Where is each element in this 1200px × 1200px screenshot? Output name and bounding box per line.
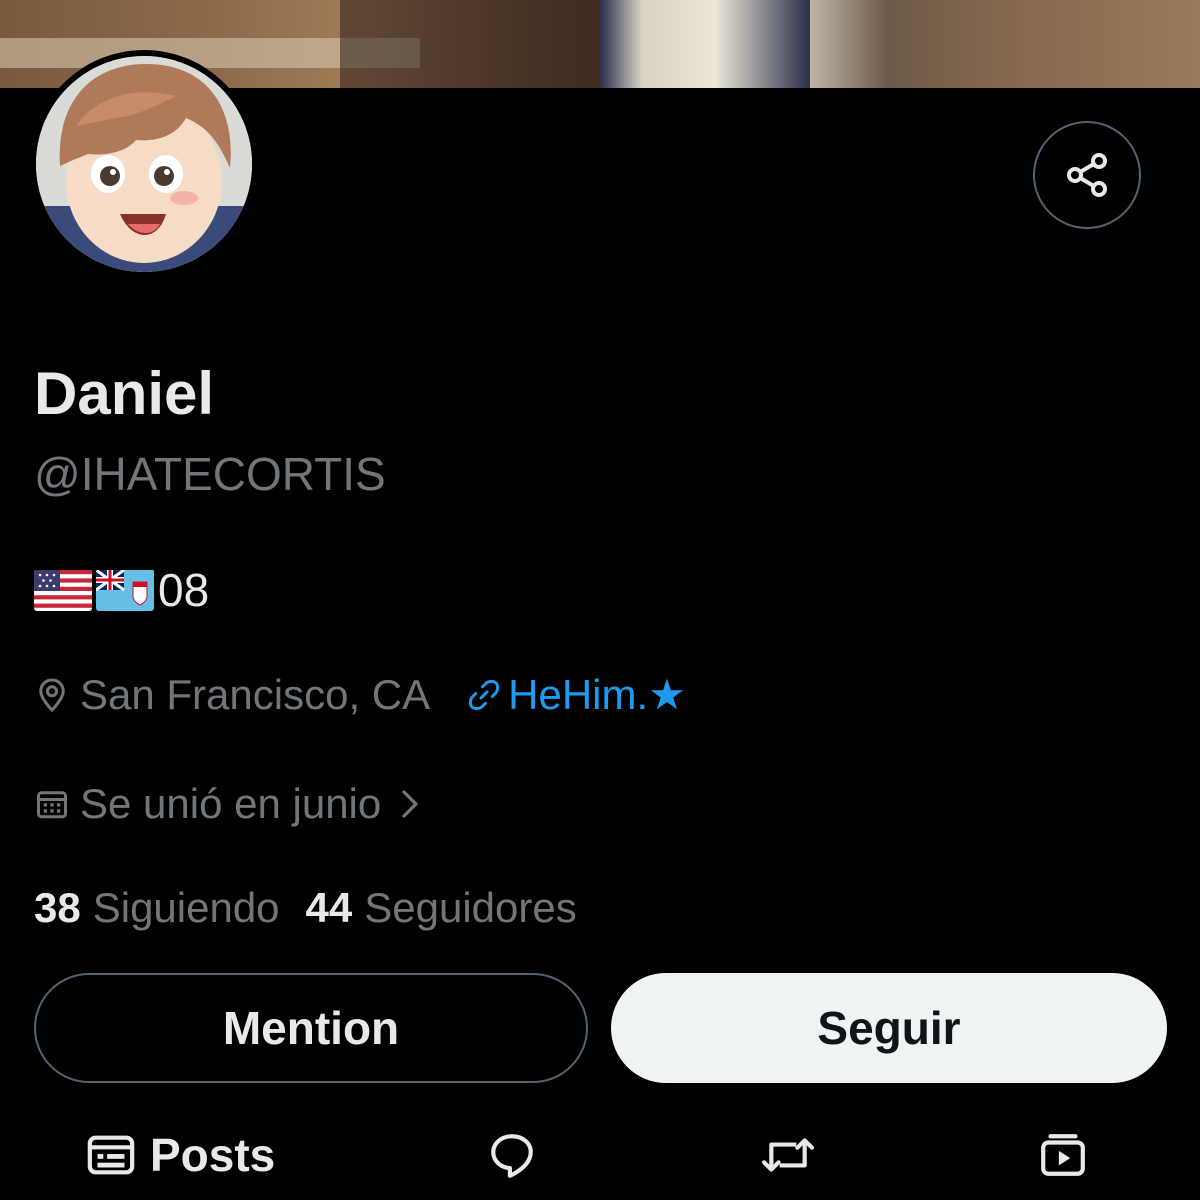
tab-posts-label: Posts: [150, 1129, 276, 1181]
profile-link[interactable]: HeHim.★: [466, 671, 686, 719]
followers-count: 44: [305, 884, 353, 931]
avatar[interactable]: [30, 50, 258, 278]
followers-label: Seguidores: [364, 884, 577, 931]
follow-button[interactable]: Seguir: [611, 973, 1167, 1083]
profile-meta-row: San Francisco, CA HeHim.★: [34, 671, 686, 719]
avatar-image: [36, 56, 252, 272]
calendar-icon: [37, 791, 67, 819]
following-count: 38: [34, 884, 81, 931]
share-button[interactable]: [1033, 121, 1141, 229]
reposts-icon: [761, 1138, 815, 1172]
us-flag-icon: [34, 569, 92, 611]
profile-bio: 08: [34, 560, 209, 620]
profile-name: Daniel: [34, 360, 215, 427]
bio-text: 08: [158, 564, 210, 616]
profile-joined: Se unió en junio: [80, 780, 382, 827]
tab-reposts[interactable]: [760, 1110, 816, 1200]
link-icon: [469, 679, 500, 711]
location-icon: [39, 678, 65, 713]
posts-icon: [87, 1135, 135, 1175]
profile-joined-row[interactable]: Se unió en junio: [34, 780, 425, 828]
fiji-flag-icon: [96, 569, 154, 611]
profile-handle: @IHATECORTIS: [34, 448, 386, 500]
profile-location: San Francisco, CA: [80, 671, 431, 718]
share-icon: [1067, 153, 1107, 197]
following-label: Siguiendo: [92, 884, 280, 931]
tab-posts[interactable]: Posts: [86, 1110, 275, 1200]
tab-replies[interactable]: [487, 1110, 537, 1200]
profile-stats: 38 Siguiendo 44 Seguidores: [34, 882, 577, 934]
followers-stat[interactable]: 44 Seguidores: [306, 882, 577, 934]
following-stat[interactable]: 38 Siguiendo: [34, 882, 280, 934]
banner-shadow: [340, 0, 600, 88]
mention-button[interactable]: Mention: [34, 973, 588, 1083]
replies-icon: [491, 1134, 533, 1178]
profile-link-text[interactable]: HeHim.★: [508, 671, 686, 719]
profile-tab-bar: Posts: [0, 1110, 1200, 1200]
media-icon: [1041, 1134, 1085, 1176]
avatar-illustration: [36, 56, 252, 272]
banner-jersey: [600, 0, 810, 88]
tab-media[interactable]: [1038, 1110, 1088, 1200]
chevron-right-icon: [402, 790, 418, 818]
